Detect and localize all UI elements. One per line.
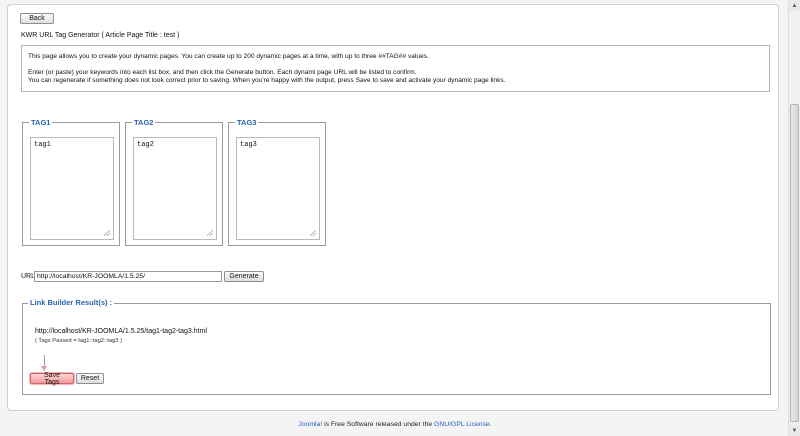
scrollbar-thumb[interactable] — [790, 104, 799, 422]
tag2-textarea[interactable]: tag2 — [133, 137, 217, 240]
joomla-link[interactable]: Joomla! — [298, 421, 322, 428]
footer: Joomla! is Free Software released under … — [0, 421, 790, 428]
tag2-legend: TAG2 — [132, 118, 156, 127]
tag3-legend: TAG3 — [235, 118, 259, 127]
license-link[interactable]: GNU/GPL License — [434, 421, 490, 428]
tag1-fieldset: TAG1 tag1 — [22, 118, 120, 246]
generate-button[interactable]: Generate — [224, 271, 264, 282]
results-legend: Link Builder Result(s) : — [28, 298, 115, 307]
main-panel: Back KWR URL Tag Generator ( Article Pag… — [7, 4, 779, 411]
vertical-scrollbar[interactable]: ▲ ▼ — [788, 0, 800, 436]
arrow-down-icon — [41, 355, 47, 371]
page-title: KWR URL Tag Generator ( Article Page Tit… — [21, 32, 180, 39]
tags-passed: ( Tags Passed = tag1::tag2::tag3 ) — [35, 338, 123, 344]
url-label: URL — [21, 273, 36, 280]
tag3-textarea[interactable]: tag3 — [236, 137, 320, 240]
link-builder-results: Link Builder Result(s) : http://localhos… — [22, 298, 771, 395]
chevron-down-icon[interactable]: ▼ — [789, 425, 800, 436]
info-line-2: Enter (or paste) your keywords into each… — [28, 68, 417, 76]
tag1-legend: TAG1 — [29, 118, 53, 127]
info-box: This page allows you to create your dyna… — [21, 45, 770, 92]
save-tags-button[interactable]: Save Tags — [30, 372, 74, 386]
tag1-textarea[interactable]: tag1 — [30, 137, 114, 240]
tag2-fieldset: TAG2 tag2 — [125, 118, 223, 246]
resize-grip-icon[interactable] — [310, 230, 316, 236]
resize-grip-icon[interactable] — [104, 230, 110, 236]
resize-grip-icon[interactable] — [207, 230, 213, 236]
back-button[interactable]: Back — [20, 13, 54, 24]
tag3-fieldset: TAG3 tag3 — [228, 118, 326, 246]
url-input[interactable] — [34, 271, 222, 282]
footer-text: is Free Software released under the — [322, 421, 435, 428]
info-line-1: This page allows you to create your dyna… — [28, 53, 429, 60]
chevron-up-icon[interactable]: ▲ — [789, 0, 800, 11]
reset-button[interactable]: Reset — [76, 373, 104, 384]
footer-end: . — [489, 421, 492, 428]
result-link: http://localhost/KR-JOOMLA/1.5.25/tag1-t… — [35, 328, 207, 335]
info-line-3: You can regenerate if something does not… — [28, 77, 506, 84]
